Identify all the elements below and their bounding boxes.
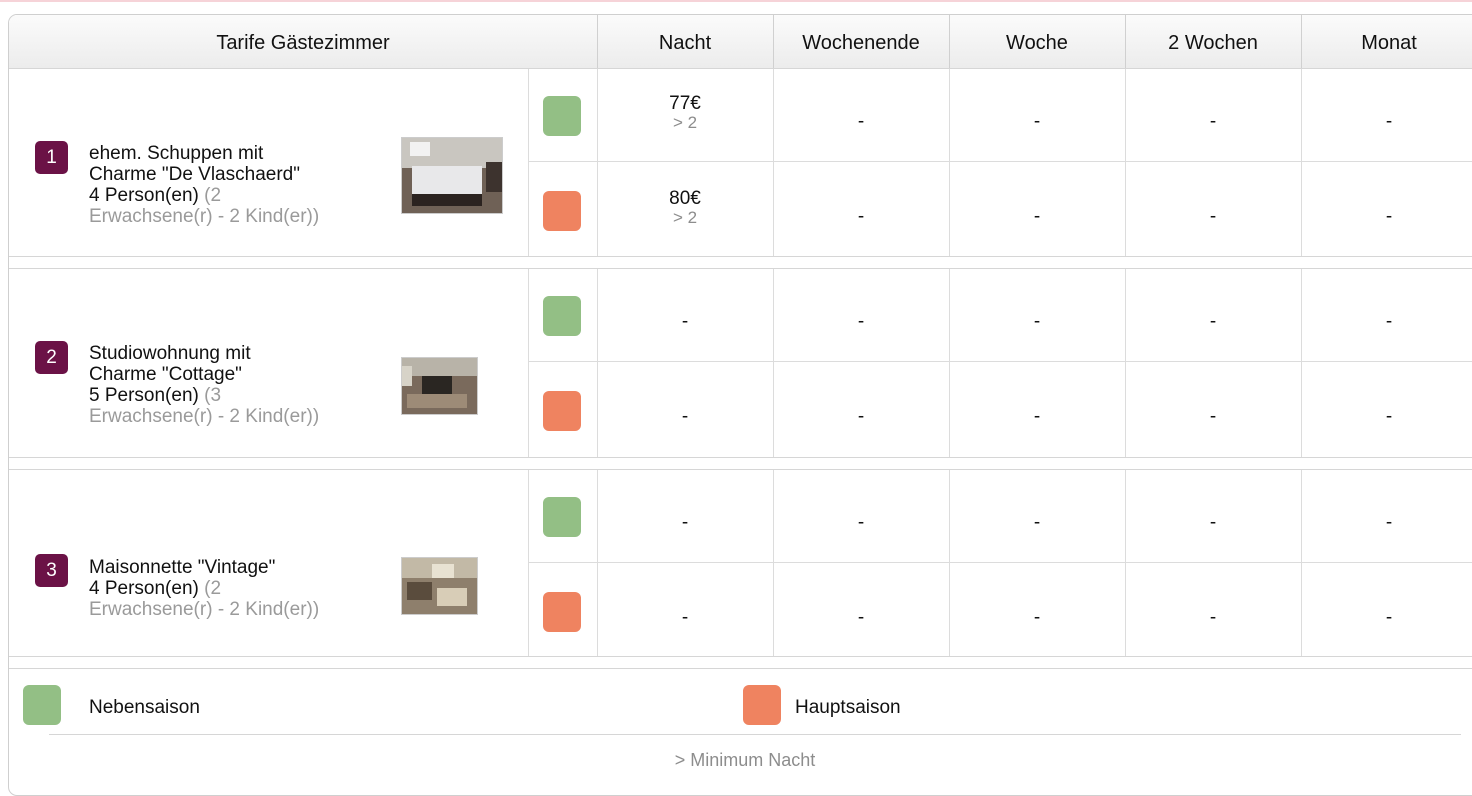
price-cell: 77€ > 2 bbox=[669, 93, 701, 132]
high-season-swatch bbox=[543, 191, 581, 231]
price-cell: 80€ > 2 bbox=[669, 188, 701, 227]
room-name-line: ehem. Schuppen mit bbox=[89, 143, 264, 164]
price-cell: - bbox=[1209, 406, 1217, 427]
room-capacity-detail: Erwachsene(r) - 2 Kind(er)) bbox=[89, 599, 320, 620]
high-season-swatch bbox=[543, 592, 581, 632]
room-number-badge: 2 bbox=[35, 341, 68, 374]
room-row-2: 2 Studiowohnung mit Charme "Cottage" 5 P… bbox=[9, 268, 1472, 458]
price-cell: - bbox=[1033, 607, 1041, 628]
price-cell: - bbox=[1033, 311, 1041, 332]
price-cell: - bbox=[857, 406, 865, 427]
room-name[interactable]: Maisonnette "Vintage" 4 Person(en) (2 Er… bbox=[89, 557, 409, 620]
room-name-line: Studiowohnung mit bbox=[89, 343, 251, 364]
price-cell: - bbox=[857, 607, 865, 628]
low-season-swatch bbox=[543, 497, 581, 537]
room-capacity-detail: Erwachsene(r) - 2 Kind(er)) bbox=[89, 206, 320, 227]
room-number-badge: 3 bbox=[35, 554, 68, 587]
price-cell: - bbox=[1033, 512, 1041, 533]
high-season-swatch bbox=[543, 391, 581, 431]
table-header: Tarife Gästezimmer Nacht Wochenende Woch… bbox=[9, 15, 1472, 69]
price-cell: - bbox=[1385, 607, 1393, 628]
price-cell: - bbox=[1209, 607, 1217, 628]
room-row-1: 1 ehem. Schuppen mit Charme "De Vlaschae… bbox=[9, 68, 1472, 257]
price-cell: - bbox=[1209, 512, 1217, 533]
room-capacity-detail: Erwachsene(r) - 2 Kind(er)) bbox=[89, 406, 320, 427]
bedroom-photo-icon bbox=[402, 138, 502, 213]
price-cell: - bbox=[1033, 111, 1041, 132]
price-cell: - bbox=[681, 607, 689, 628]
room-name-line: Maisonnette "Vintage" bbox=[89, 557, 276, 578]
high-season-label: Hauptsaison bbox=[795, 697, 901, 718]
room-row-3: 3 Maisonnette "Vintage" 4 Person(en) (2 … bbox=[9, 469, 1472, 657]
price-cell: - bbox=[857, 206, 865, 227]
price-cell: - bbox=[681, 406, 689, 427]
price-cell: - bbox=[1209, 111, 1217, 132]
room-name[interactable]: ehem. Schuppen mit Charme "De Vlaschaerd… bbox=[89, 143, 409, 227]
header-col-2-wochen: 2 Wochen bbox=[1168, 32, 1258, 54]
maisonnette-photo-icon bbox=[402, 558, 477, 614]
rates-table: Tarife Gästezimmer Nacht Wochenende Woch… bbox=[8, 14, 1472, 796]
high-season-swatch bbox=[743, 685, 781, 725]
room-number-badge: 1 bbox=[35, 141, 68, 174]
minimum-night-footnote: > Minimum Nacht bbox=[674, 750, 816, 770]
price-cell: - bbox=[857, 311, 865, 332]
price-cell: - bbox=[1385, 311, 1393, 332]
price-cell: - bbox=[681, 512, 689, 533]
price-cell: - bbox=[857, 512, 865, 533]
room-capacity: 5 Person(en) (3 bbox=[89, 385, 222, 406]
room-name-line: Charme "Cottage" bbox=[89, 364, 242, 385]
low-season-label: Nebensaison bbox=[89, 697, 200, 718]
legend-divider bbox=[49, 734, 1461, 735]
low-season-swatch bbox=[23, 685, 61, 725]
price-cell: - bbox=[1385, 111, 1393, 132]
price-cell: - bbox=[1385, 406, 1393, 427]
room-capacity: 4 Person(en) (2 bbox=[89, 578, 222, 599]
room-name[interactable]: Studiowohnung mit Charme "Cottage" 5 Per… bbox=[89, 343, 409, 427]
price-cell: - bbox=[1033, 206, 1041, 227]
season-legend: Nebensaison Hauptsaison > Minimum Nacht bbox=[9, 668, 1472, 795]
room-photo[interactable] bbox=[401, 557, 478, 615]
top-accent-line bbox=[0, 0, 1472, 2]
room-photo[interactable] bbox=[401, 357, 478, 415]
price-cell: - bbox=[857, 111, 865, 132]
header-title: Tarife Gästezimmer bbox=[216, 32, 390, 54]
low-season-swatch bbox=[543, 296, 581, 336]
price-cell: - bbox=[1209, 206, 1217, 227]
room-capacity: 4 Person(en) (2 bbox=[89, 185, 222, 206]
price-cell: - bbox=[1385, 512, 1393, 533]
header-col-monat: Monat bbox=[1361, 32, 1417, 54]
room-photo[interactable] bbox=[401, 137, 503, 214]
header-col-wochenende: Wochenende bbox=[802, 32, 920, 54]
price-cell: - bbox=[1385, 206, 1393, 227]
price-cell: - bbox=[1209, 311, 1217, 332]
header-col-woche: Woche bbox=[1006, 32, 1068, 54]
low-season-swatch bbox=[543, 96, 581, 136]
studio-photo-icon bbox=[402, 358, 477, 414]
header-col-nacht: Nacht bbox=[658, 32, 712, 54]
price-cell: - bbox=[681, 311, 689, 332]
room-name-line: Charme "De Vlaschaerd" bbox=[89, 164, 300, 185]
price-cell: - bbox=[1033, 406, 1041, 427]
